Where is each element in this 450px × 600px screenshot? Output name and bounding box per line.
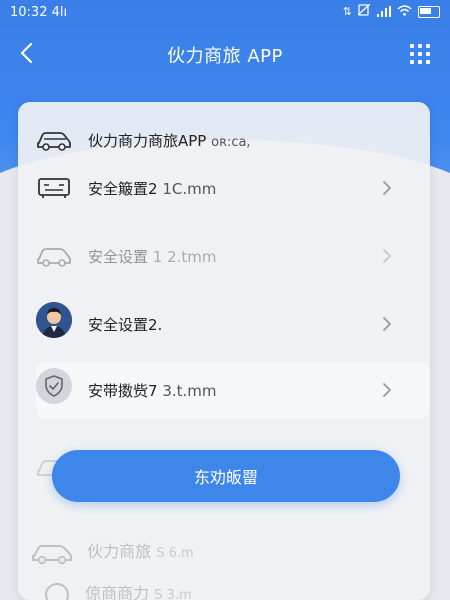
list-item-profile[interactable]: 安全设置2. [18,296,412,352]
data-arrows-icon: ⇅ [342,5,352,18]
row-label: 安全簸置2 1C.mm [88,180,217,198]
page-title: 伙力商旅 APP [167,46,283,67]
list-item-setting-1[interactable]: 安全簸置2 1C.mm [18,160,412,216]
grid-menu-icon [410,44,414,48]
overlay-panel: 伙力商力商旅APP oʀ:ca, 安全簸置2 1C.mm 安全设置 1 2.tm… [18,102,430,600]
chevron-right-icon [383,317,391,331]
row-label: 安全设置2. [88,316,163,334]
background-item-2: 倞商商力 S 3.m [44,580,192,600]
shield-check-icon [36,368,72,404]
status-time: 10:32 4lı [10,5,68,20]
circle-icon [45,582,69,600]
chevron-right-icon [383,181,391,195]
row-label: 安带擞赀7 3.t.mm [88,382,217,400]
no-sim-icon [357,3,371,19]
status-icons: ⇅ [342,3,440,19]
row-label: 安全设置 1 2.tmm [88,248,217,266]
battery-icon [418,5,440,18]
list-item-setting-2[interactable]: 安全设置 1 2.tmm [18,228,412,284]
avatar [36,302,72,338]
signal-icon [377,6,391,17]
bus-icon [36,174,72,202]
car-icon [32,544,72,564]
car-icon [36,126,72,154]
row-label: 伙力商力商旅APP oʀ:ca, [88,132,251,150]
wifi-icon [397,4,412,19]
chevron-right-icon [383,249,391,263]
list-item-security[interactable]: 安带擞赀7 3.t.mm [18,362,412,418]
nav-bar: 伙力商旅 APP [0,30,450,76]
app-screen: 10:32 4lı ⇅ 伙力商旅 APP 伙力商力商旅APP oʀ:ca, 安全… [0,0,450,600]
primary-action-button[interactable]: 东劝皈罶 [52,450,400,502]
background-item-1: 伙力商旅 S 6.m [30,538,194,565]
chevron-right-icon [383,383,391,397]
grid-menu-button[interactable] [410,44,430,64]
status-bar: 10:32 4lı ⇅ [0,0,450,24]
car-icon [36,242,72,270]
